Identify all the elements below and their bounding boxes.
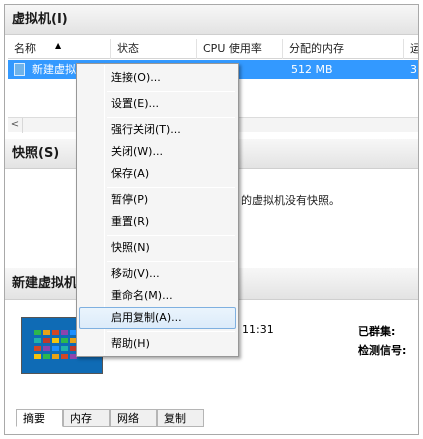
column-header-memory[interactable]: 分配的内存 (283, 39, 404, 59)
start-tile (52, 346, 59, 351)
menu-item-connect[interactable]: 连接(O)... (79, 67, 236, 89)
menu-item-enable-replication[interactable]: 启用复制(A)... (79, 307, 236, 329)
menu-separator (107, 261, 235, 262)
tab-network[interactable]: 网络 (110, 409, 157, 427)
vm-section-header[interactable]: 虚拟机(I) (5, 5, 418, 35)
clustered-label: 已群集: (358, 325, 396, 338)
start-tile (43, 354, 50, 359)
start-tile (43, 346, 50, 351)
tab-summary[interactable]: 摘要 (16, 409, 63, 427)
start-tile (61, 354, 68, 359)
menu-separator (107, 117, 235, 118)
scroll-left-icon[interactable]: < (8, 118, 23, 133)
start-tile (34, 338, 41, 343)
start-tile (43, 330, 50, 335)
vm-uptime-cell: 3. (410, 63, 418, 76)
start-tile (34, 330, 41, 335)
sort-ascending-icon: ▲ (55, 41, 62, 50)
vm-icon (14, 63, 25, 76)
column-header-state[interactable]: 状态 (111, 39, 197, 59)
start-tile (52, 330, 59, 335)
menu-separator (107, 187, 235, 188)
start-tile (43, 338, 50, 343)
menu-item-settings[interactable]: 设置(E)... (79, 93, 236, 115)
menu-item-snapshot[interactable]: 快照(N) (79, 237, 236, 259)
menu-item-rename[interactable]: 重命名(M)... (79, 285, 236, 307)
tab-memory[interactable]: 内存 (63, 409, 110, 427)
start-tile (61, 330, 68, 335)
start-tile (52, 354, 59, 359)
start-tile (34, 354, 41, 359)
start-tile (34, 346, 41, 351)
menu-item-move[interactable]: 移动(V)... (79, 263, 236, 285)
menu-item-reset[interactable]: 重置(R) (79, 211, 236, 233)
no-snapshot-message: 的虚拟机没有快照。 (241, 194, 340, 207)
start-tile (61, 346, 68, 351)
column-header-uptime[interactable]: 运 (404, 39, 418, 59)
start-tile (61, 338, 68, 343)
start-tile (52, 338, 59, 343)
menu-separator (107, 91, 235, 92)
menu-separator (107, 331, 235, 332)
menu-separator (107, 235, 235, 236)
menu-item-pause[interactable]: 暂停(P) (79, 189, 236, 211)
menu-item-shut-down[interactable]: 关闭(W)... (79, 141, 236, 163)
vm-context-menu: 连接(O)... 设置(E)... 强行关闭(T)... 关闭(W)... 保存… (76, 63, 239, 357)
menu-item-help[interactable]: 帮助(H) (79, 333, 236, 355)
heartbeat-label: 检测信号: (358, 344, 407, 357)
vm-table-header: 名称 ▲ 状态 CPU 使用率 分配的内存 运 (8, 39, 418, 59)
column-header-cpu[interactable]: CPU 使用率 (197, 39, 283, 59)
menu-item-save[interactable]: 保存(A) (79, 163, 236, 185)
tab-replication[interactable]: 复制 (157, 409, 204, 427)
detail-time-value: 11:31 (242, 323, 274, 336)
vm-memory-cell: 512 MB (291, 63, 333, 76)
menu-item-turn-off[interactable]: 强行关闭(T)... (79, 119, 236, 141)
